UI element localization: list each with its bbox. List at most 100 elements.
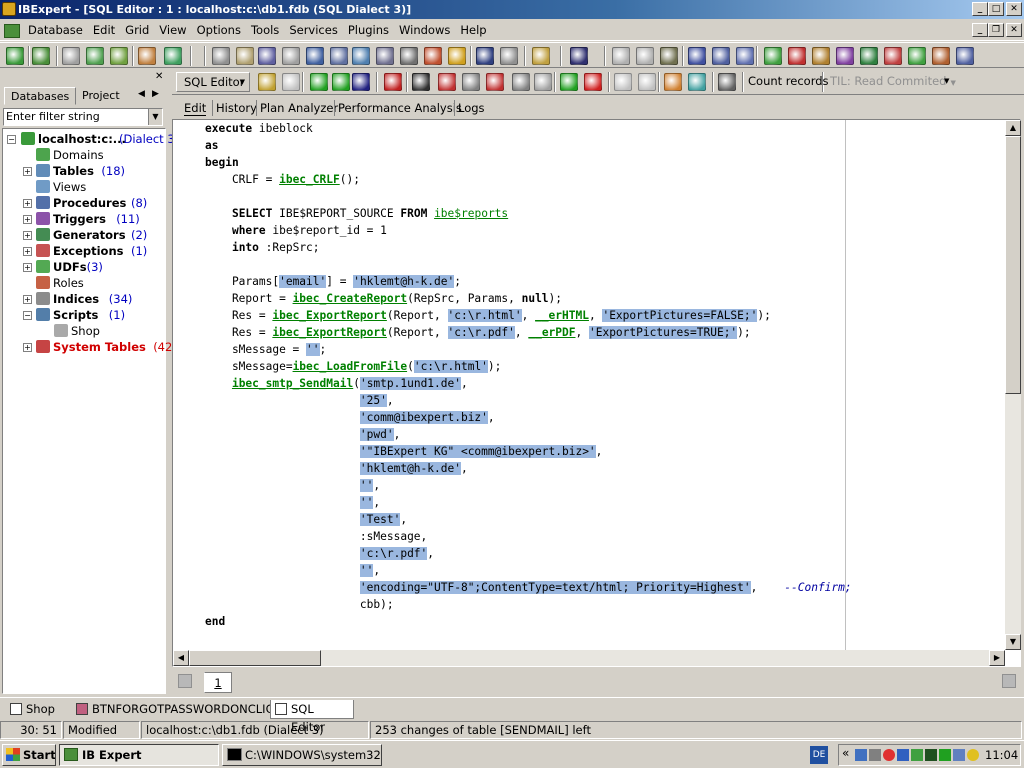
subtab-logs[interactable]: Logs — [458, 100, 485, 116]
menu-help[interactable]: Help — [455, 19, 491, 41]
tray-app-icon-8[interactable] — [953, 749, 965, 761]
export-icon[interactable] — [376, 47, 394, 65]
db-disconnect-icon[interactable] — [86, 47, 104, 65]
transaction-icon[interactable] — [664, 73, 682, 91]
menu-tools[interactable]: Tools — [246, 19, 284, 41]
toolbar-more-icon[interactable]: ▼ — [944, 77, 949, 85]
db-drop-icon[interactable] — [164, 47, 182, 65]
commit-icon[interactable] — [560, 73, 578, 91]
task-ibexpert[interactable]: IB Expert — [59, 744, 219, 766]
copy-icon[interactable] — [636, 47, 654, 65]
panel-close-icon[interactable]: ✕ — [155, 71, 163, 82]
plan-icon[interactable] — [412, 73, 430, 91]
page-tab-1[interactable]: 1 — [204, 672, 232, 693]
table-editor-icon[interactable] — [764, 47, 782, 65]
prepare-icon[interactable] — [352, 73, 370, 91]
tray-app-icon-3[interactable] — [883, 749, 895, 761]
grid-icon[interactable] — [614, 73, 632, 91]
count-records-button[interactable]: Count records — [748, 74, 829, 88]
rollback-icon[interactable] — [584, 73, 602, 91]
tray-app-icon-7[interactable] — [939, 749, 951, 761]
tab-scroll-right-icon[interactable]: ▶ — [152, 89, 159, 99]
start-button[interactable]: Start — [2, 744, 56, 766]
filter-input[interactable]: Enter filter string ▼ — [3, 108, 163, 126]
blob-viewer-icon[interactable] — [500, 47, 518, 65]
child-minimize-button[interactable]: _ — [972, 23, 988, 37]
generator-icon[interactable] — [860, 47, 878, 65]
expand-icon[interactable]: + — [23, 231, 32, 240]
udf-icon[interactable] — [908, 47, 926, 65]
stop-icon[interactable] — [384, 73, 402, 91]
clear-icon[interactable] — [438, 73, 456, 91]
vertical-scroll-thumb[interactable] — [1005, 136, 1021, 394]
expand-icon[interactable]: + — [23, 215, 32, 224]
tab-scroll-left-icon[interactable]: ◀ — [138, 89, 145, 99]
open-file-icon[interactable] — [532, 47, 550, 65]
mdi-child-icon[interactable] — [4, 24, 20, 38]
execute-icon[interactable] — [310, 73, 328, 91]
maximize-button[interactable]: □ — [988, 2, 1004, 16]
subtab-performance-analysis[interactable]: Performance Analysis — [338, 100, 462, 116]
menu-plugins[interactable]: Plugins — [343, 19, 394, 41]
filter-dropdown-icon[interactable]: ▼ — [148, 109, 162, 125]
grant-manager-icon[interactable] — [476, 47, 494, 65]
child-close-button[interactable]: ✕ — [1006, 23, 1022, 37]
db-register-icon[interactable] — [6, 47, 24, 65]
db-reconnect-icon[interactable] — [110, 47, 128, 65]
sql-code-editor[interactable]: execute ibeblock as begin CRLF = ibec_CRLF… — [172, 119, 1021, 667]
menu-grid[interactable]: Grid — [120, 19, 154, 41]
save-doc-icon[interactable] — [258, 47, 276, 65]
vertical-scrollbar[interactable]: ▲ ▼ — [1005, 120, 1021, 650]
trigger-icon[interactable] — [836, 47, 854, 65]
doc-delete-icon[interactable] — [486, 73, 504, 91]
collapse-icon[interactable]: − — [7, 135, 16, 144]
language-indicator[interactable]: DE — [810, 746, 828, 764]
new-doc-icon[interactable] — [212, 47, 230, 65]
close-button[interactable]: ✕ — [1006, 2, 1022, 16]
tab-databases[interactable]: Databases — [4, 87, 77, 105]
expand-icon[interactable]: − — [23, 311, 32, 320]
doc-tab-btnforgotpasswordonclick[interactable]: BTNFORGOTPASSWORDONCLICK — [72, 700, 281, 719]
scroll-left-icon[interactable]: ◀ — [173, 650, 189, 666]
settings-icon[interactable] — [688, 73, 706, 91]
print-icon[interactable] — [400, 47, 418, 65]
tray-app-icon-6[interactable] — [925, 749, 937, 761]
tray-app-icon-2[interactable] — [869, 749, 881, 761]
param-icon[interactable] — [282, 73, 300, 91]
task-cmd[interactable]: C:\WINDOWS\system32... — [222, 744, 382, 766]
scroll-up-icon[interactable]: ▲ — [1005, 120, 1021, 136]
doc-tab-sql-editor[interactable]: SQL Editor — [270, 700, 354, 734]
tray-app-icon-5[interactable] — [911, 749, 923, 761]
query-icon[interactable] — [306, 47, 324, 65]
procedure-icon[interactable] — [330, 47, 348, 65]
minimize-button[interactable]: _ — [972, 2, 988, 16]
page-copy-icon[interactable] — [534, 73, 552, 91]
db-connect-icon[interactable] — [62, 47, 80, 65]
menu-view[interactable]: View — [154, 19, 191, 41]
doc-tab-shop[interactable]: Shop — [6, 700, 68, 719]
sql-editor-dropdown[interactable]: SQL Editor ▼ — [176, 72, 250, 92]
param-help-icon[interactable] — [258, 73, 276, 91]
role-icon[interactable] — [956, 47, 974, 65]
horizontal-scrollbar[interactable]: ◀ ▶ — [173, 650, 1005, 666]
til-dropdown[interactable]: TIL: Read Commited ▼ — [830, 74, 956, 88]
expand-icon[interactable]: + — [23, 167, 32, 176]
user-manager-icon[interactable] — [424, 47, 442, 65]
horizontal-scroll-thumb[interactable] — [189, 650, 321, 666]
menu-options[interactable]: Options — [192, 19, 246, 41]
child-restore-button[interactable]: ❐ — [988, 23, 1004, 37]
code-area[interactable]: execute ibeblock as begin CRLF = ibec_CRLF… — [205, 120, 1005, 650]
execute-step-icon[interactable] — [332, 73, 350, 91]
tray-app-icon-9[interactable] — [967, 749, 979, 761]
scroll-right-icon[interactable]: ▶ — [989, 650, 1005, 666]
tray-app-icon-1[interactable] — [855, 749, 867, 761]
menu-windows[interactable]: Windows — [394, 19, 455, 41]
refresh-icon[interactable] — [718, 73, 736, 91]
open-doc-icon[interactable] — [236, 47, 254, 65]
page-nav-left-icon[interactable] — [178, 674, 192, 688]
tray-expand-icon[interactable]: « — [842, 746, 849, 760]
menu-services[interactable]: Services — [284, 19, 343, 41]
tab-project[interactable]: Project — [76, 87, 126, 105]
sql-editor-icon[interactable] — [282, 47, 300, 65]
field-icon[interactable] — [788, 47, 806, 65]
